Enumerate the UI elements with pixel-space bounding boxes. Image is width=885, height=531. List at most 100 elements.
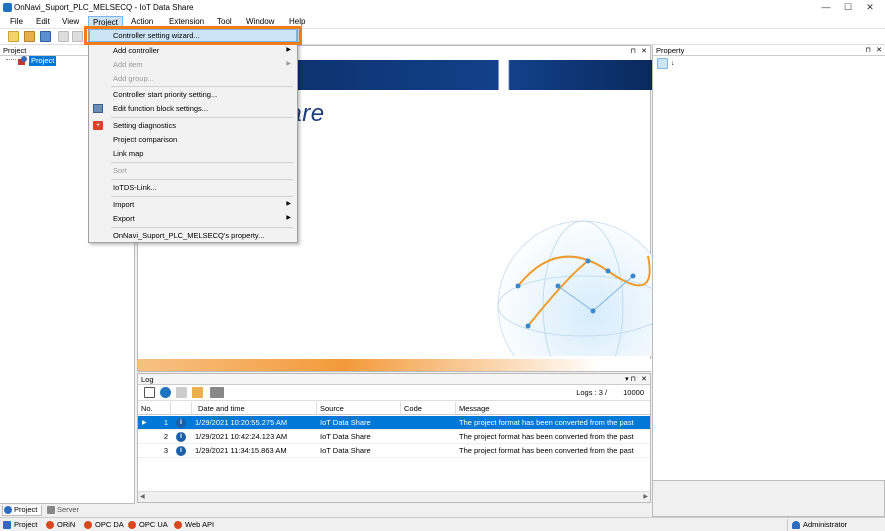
app-icon bbox=[3, 3, 12, 12]
log-panel-header: Log ▾ ⊓ ✕ bbox=[138, 374, 650, 385]
log-panel: Log ▾ ⊓ ✕ Logs : 3 / 10000 No. Date and … bbox=[137, 373, 651, 503]
menu-item-add-group[interactable]: Add group... bbox=[89, 72, 297, 85]
log-cell-no: 2 bbox=[163, 432, 168, 441]
log-cell-datetime: 1/29/2021 10:20:55.275 AM bbox=[195, 418, 288, 427]
log-pin-icon[interactable]: ▾ ⊓ bbox=[625, 375, 636, 383]
log-cell-message: The project format has been converted fr… bbox=[459, 446, 634, 455]
opc-da-status-icon bbox=[84, 521, 92, 529]
menu-tool[interactable]: Tool bbox=[217, 17, 232, 26]
project-status-icon bbox=[3, 521, 11, 529]
tab-project[interactable]: Project bbox=[2, 505, 42, 516]
log-row[interactable]: ▶ 1 i 1/29/2021 10:20:55.275 AM IoT Data… bbox=[138, 416, 650, 430]
log-cell-source: IoT Data Share bbox=[320, 418, 371, 427]
menu-item-export[interactable]: Export ▶ bbox=[89, 212, 297, 225]
start-page-close-icon[interactable]: ✕ bbox=[641, 47, 647, 55]
log-copy-icon[interactable] bbox=[176, 387, 187, 398]
log-row[interactable]: 2 i 1/29/2021 10:42:24.123 AM IoT Data S… bbox=[138, 430, 650, 444]
log-download-icon[interactable] bbox=[160, 387, 171, 398]
log-header-icon bbox=[171, 402, 192, 415]
copy-icon[interactable] bbox=[58, 31, 69, 42]
menu-item-add-item[interactable]: Add item ▶ bbox=[89, 58, 297, 71]
menu-file[interactable]: File bbox=[10, 17, 23, 26]
log-header-no[interactable]: No. bbox=[138, 402, 171, 415]
maximize-button[interactable]: ☐ bbox=[842, 1, 854, 13]
menu-item-edit-function-block[interactable]: Edit function block settings... bbox=[89, 102, 297, 115]
info-icon: i bbox=[176, 446, 186, 456]
property-close-icon[interactable]: ✕ bbox=[876, 46, 882, 54]
menu-window[interactable]: Window bbox=[246, 17, 274, 26]
status-orin-label: ORiN bbox=[57, 520, 76, 529]
log-panel-title: Log bbox=[141, 375, 154, 384]
menu-item-label: Edit function block settings... bbox=[113, 104, 209, 113]
menu-view[interactable]: View bbox=[62, 17, 79, 26]
sort-alpha-icon[interactable]: ↓ bbox=[671, 58, 682, 69]
property-pin-icon[interactable]: ⊓ bbox=[866, 46, 871, 54]
log-cell-code bbox=[404, 430, 454, 444]
menu-help[interactable]: Help bbox=[289, 17, 305, 26]
tab-project-label: Project bbox=[14, 505, 38, 514]
property-panel-header: Property ⊓ ✕ bbox=[653, 45, 885, 56]
log-cell-message: The project format has been converted fr… bbox=[459, 432, 634, 441]
menu-item-project-comparison[interactable]: Project comparison bbox=[89, 133, 297, 146]
log-header-code[interactable]: Code bbox=[401, 402, 456, 415]
categorized-icon[interactable] bbox=[657, 58, 668, 69]
menu-item-add-controller[interactable]: Add controller ▶ bbox=[89, 44, 297, 57]
project-tree-icon bbox=[17, 56, 28, 66]
new-project-icon[interactable] bbox=[8, 31, 19, 42]
opc-ua-status-icon bbox=[128, 521, 136, 529]
save-icon[interactable] bbox=[40, 31, 51, 42]
status-opc-ua-label: OPC UA bbox=[139, 520, 168, 529]
minimize-button[interactable]: — bbox=[820, 1, 832, 13]
property-panel: Property ⊓ ✕ ↓ bbox=[652, 45, 885, 480]
status-bar: Project ORiN OPC DA OPC UA Web API Admin… bbox=[0, 517, 885, 531]
menu-action[interactable]: Action bbox=[131, 17, 153, 26]
log-cell-no: 3 bbox=[163, 446, 168, 455]
close-window-button[interactable]: ✕ bbox=[864, 1, 876, 13]
submenu-arrow-icon: ▶ bbox=[286, 215, 291, 221]
menu-separator bbox=[111, 196, 293, 197]
status-opc-da: OPC DA bbox=[84, 520, 124, 530]
log-cell-code bbox=[404, 416, 454, 430]
menu-edit[interactable]: Edit bbox=[36, 17, 50, 26]
log-new-icon[interactable] bbox=[144, 387, 155, 398]
submenu-arrow-icon: ▶ bbox=[286, 47, 291, 53]
status-user-label: Administrator bbox=[803, 520, 848, 529]
scroll-right-icon[interactable]: ▶ bbox=[643, 493, 648, 500]
status-opc-da-label: OPC DA bbox=[95, 520, 124, 529]
menu-item-link-map[interactable]: Link map bbox=[89, 147, 297, 160]
log-header-datetime[interactable]: Date and time bbox=[192, 402, 317, 415]
project-panel-title: Project bbox=[3, 46, 27, 55]
log-filter-icon[interactable] bbox=[210, 387, 224, 398]
log-header-message[interactable]: Message bbox=[456, 402, 650, 415]
status-project-label: Project bbox=[14, 520, 38, 529]
property-description bbox=[652, 480, 885, 517]
log-cell-message: The project format has been converted fr… bbox=[459, 418, 634, 427]
menu-item-iotds-link[interactable]: IoTDS-Link... bbox=[89, 181, 297, 194]
log-header-source[interactable]: Source bbox=[317, 402, 401, 415]
log-clear-icon[interactable] bbox=[192, 387, 203, 398]
menu-item-label: Add item bbox=[113, 60, 143, 69]
menu-item-controller-start-priority[interactable]: Controller start priority setting... bbox=[89, 88, 297, 101]
tab-server[interactable]: Server bbox=[46, 505, 86, 516]
log-horizontal-scrollbar[interactable]: ◀ ▶ bbox=[138, 491, 650, 502]
menu-item-project-property[interactable]: OnNavi_Suport_PLC_MELSECQ's property... bbox=[89, 229, 297, 242]
paste-icon[interactable] bbox=[72, 31, 83, 42]
log-count: Logs : 3 / 10000 bbox=[576, 388, 644, 397]
menu-item-label: Controller start priority setting... bbox=[113, 90, 218, 99]
log-close-icon[interactable]: ✕ bbox=[641, 375, 647, 383]
scroll-left-icon[interactable]: ◀ bbox=[140, 493, 145, 500]
start-page-pin-icon[interactable]: ⊓ bbox=[631, 47, 636, 55]
annotation-highlight-box bbox=[84, 26, 302, 45]
info-icon: i bbox=[176, 432, 186, 442]
project-tree-root[interactable]: Project bbox=[29, 56, 57, 66]
menu-extension[interactable]: Extension bbox=[169, 17, 204, 26]
menu-item-import[interactable]: Import ▶ bbox=[89, 198, 297, 211]
server-tab-icon bbox=[47, 506, 55, 514]
log-cell-source: IoT Data Share bbox=[320, 446, 371, 455]
menu-item-label: IoTDS-Link... bbox=[113, 183, 157, 192]
log-row[interactable]: 3 i 1/29/2021 11:34:15.863 AM IoT Data S… bbox=[138, 444, 650, 458]
open-folder-icon[interactable] bbox=[24, 31, 35, 42]
menu-item-setting-diagnostics[interactable]: + Setting diagnostics bbox=[89, 119, 297, 132]
log-count-label: Logs : 3 / bbox=[576, 388, 608, 397]
menu-item-sort[interactable]: Sort bbox=[89, 164, 297, 177]
